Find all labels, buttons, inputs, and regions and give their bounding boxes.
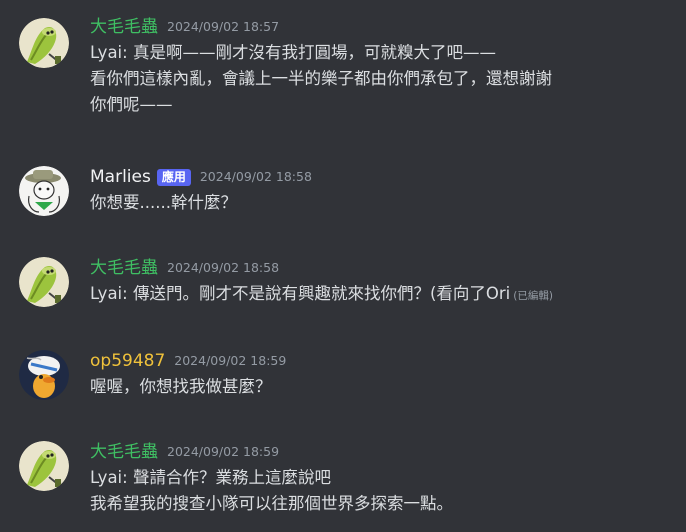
app-badge: 應用 [156,168,191,186]
author-name[interactable]: op59487 [90,350,165,372]
edited-label: (已編輯) [513,290,553,302]
green-slug-avatar-icon[interactable] [19,257,69,307]
timestamp: 2024/09/02 18:59 [174,353,287,368]
message: 大毛毛蟲 2024/09/02 18:59 Lyai: 聲請合作？業務上這麼說吧… [0,441,686,526]
message-line: Lyai: 真是啊——剛才沒有我打圓場，可就糗大了吧—— [90,43,496,62]
message-line: 喔喔，你想找我做甚麼？ [90,377,272,396]
message-line: 看你們這樣內亂，會議上一半的樂子都由你們承包了，還想謝謝 [90,69,552,88]
timestamp: 2024/09/02 18:58 [199,169,312,184]
message-header: 大毛毛蟲 2024/09/02 18:58 [90,257,279,279]
timestamp: 2024/09/02 18:57 [167,19,280,34]
cowboy-character-avatar-icon[interactable] [19,166,69,216]
message: op59487 2024/09/02 18:59 喔喔，你想找我做甚麼？ [0,350,686,410]
message-content: 你想要......幹什麼？ [90,190,670,216]
author-name[interactable]: 大毛毛蟲 [90,441,158,463]
message-text: Lyai: 傳送門。剛才不是說有興趣就來找你們？(看向了Ori [90,284,511,303]
message: Marlies 應用 2024/09/02 18:58 你想要......幹什麼… [0,166,686,226]
message-line: Lyai: 聲請合作？業務上這麼說吧 [90,468,331,487]
message: 大毛毛蟲 2024/09/02 18:58 Lyai: 傳送門。剛才不是說有興趣… [0,257,686,317]
message-header: Marlies 應用 2024/09/02 18:58 [90,166,312,188]
message-content: Lyai: 聲請合作？業務上這麼說吧 我希望我的搜查小隊可以往那個世界多探索一點… [90,465,670,517]
timestamp: 2024/09/02 18:58 [167,260,280,275]
author-name[interactable]: 大毛毛蟲 [90,257,158,279]
message-header: 大毛毛蟲 2024/09/02 18:59 [90,441,279,463]
message-content: Lyai: 真是啊——剛才沒有我打圓場，可就糗大了吧—— 看你們這樣內亂，會議上… [90,40,670,118]
duck-character-avatar-icon[interactable] [19,350,69,400]
author-name[interactable]: 大毛毛蟲 [90,16,158,38]
message-line: Lyai: 傳送門。剛才不是說有興趣就來找你們？(看向了Ori (已編輯) [90,281,670,309]
message-header: 大毛毛蟲 2024/09/02 18:57 [90,16,279,38]
message-line: 我希望我的搜查小隊可以往那個世界多探索一點。 [90,494,453,513]
green-slug-avatar-icon[interactable] [19,441,69,491]
message-line: 你想要......幹什麼？ [90,193,237,212]
message-content: Lyai: 傳送門。剛才不是說有興趣就來找你們？(看向了Ori (已編輯) [90,281,670,309]
message-content: 喔喔，你想找我做甚麼？ [90,374,670,400]
timestamp: 2024/09/02 18:59 [167,444,280,459]
author-name[interactable]: Marlies [90,166,151,188]
message-line: 你們呢—— [90,95,173,114]
message: 大毛毛蟲 2024/09/02 18:57 Lyai: 真是啊——剛才沒有我打圓… [0,16,686,126]
green-slug-avatar-icon[interactable] [19,18,69,68]
chat-messages: 大毛毛蟲 2024/09/02 18:57 Lyai: 真是啊——剛才沒有我打圓… [0,0,686,532]
message-header: op59487 2024/09/02 18:59 [90,350,286,372]
